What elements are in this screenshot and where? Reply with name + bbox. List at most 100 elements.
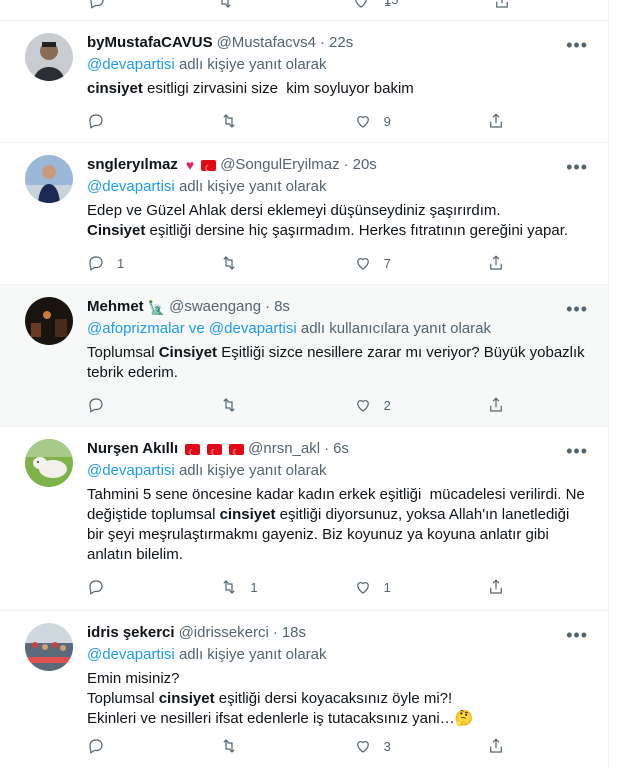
reply-context-text: adlı kişiye yanıt olarak (178, 646, 327, 663)
share-button[interactable] (487, 396, 527, 414)
reply-button[interactable] (87, 396, 127, 414)
timestamp[interactable]: 8s (274, 297, 290, 317)
like-button[interactable]: 2 (354, 396, 394, 414)
user-handle[interactable]: @SongulEryilmaz (220, 155, 339, 175)
more-options-icon[interactable]: ••• (566, 35, 588, 56)
share-icon (490, 255, 502, 270)
tweet-actions: 1 7 (87, 254, 527, 272)
separator-dot: · (320, 34, 326, 51)
reply-button[interactable] (87, 737, 127, 755)
separator-dot: · (272, 624, 278, 641)
like-count: 9 (383, 113, 391, 129)
keyword-bold: cinsiyet (219, 506, 276, 523)
statue-of-liberty-icon: 🗽 (147, 299, 166, 315)
mention-link[interactable]: @devapartisi (87, 646, 175, 663)
timestamp[interactable]: 18s (282, 623, 306, 643)
like-button[interactable]: 9 (354, 112, 394, 130)
tweet-text: Emin misiniz? Toplumsal cinsiyet eşitliğ… (87, 669, 588, 729)
more-options-icon[interactable]: ••• (566, 157, 588, 178)
tweet[interactable]: Nurşen Akıllı @nrsn_akl · 6s @devapartis… (0, 427, 608, 611)
timestamp[interactable]: 6s (333, 439, 349, 459)
tweet-text: Toplumsal Cinsiyet Eşitliği sizce nesill… (87, 343, 588, 383)
timestamp[interactable]: 22s (329, 33, 353, 53)
avatar[interactable] (25, 33, 73, 81)
reply-icon (89, 398, 103, 413)
share-button[interactable] (487, 737, 527, 755)
display-name[interactable]: idris şekerci (87, 623, 175, 643)
reply-button[interactable]: 1 (87, 254, 127, 272)
tweet[interactable]: idris şekerci @idrissekerci · 18s @devap… (0, 611, 608, 768)
timestamp[interactable]: 20s (353, 155, 377, 175)
more-options-icon[interactable]: ••• (566, 441, 588, 462)
tweet-text-body: Toplumsal (87, 344, 159, 361)
reply-icon (89, 256, 103, 271)
separator-dot: · (343, 156, 349, 173)
reply-context-text: adlı kişiye yanıt olarak (178, 178, 327, 195)
share-icon (496, 0, 508, 8)
user-handle[interactable]: @swaengang (169, 297, 261, 317)
like-button[interactable]: 7 (354, 254, 394, 272)
tweet-text-line: Emin misiniz? (87, 670, 180, 687)
share-button[interactable] (493, 0, 511, 10)
mention-link[interactable]: @afoprizmalar ve @devapartisi (87, 320, 297, 337)
tweet-text-body: esitligi zirvasini size kim soyluyor bak… (142, 80, 414, 97)
share-button[interactable] (487, 112, 527, 130)
separator-dot: · (324, 440, 330, 457)
heart-icon (356, 741, 369, 753)
user-handle[interactable]: @Mustafacvs4 (217, 33, 316, 53)
tweet-text-body: Toplumsal (87, 690, 159, 707)
tweet[interactable]: sngleryılmaz ♥ @SongulEryilmaz · 20s @de… (0, 143, 608, 285)
tweet[interactable]: Mehmet 🗽 @swaengang · 8s @afoprizmalar v… (0, 285, 608, 427)
retweet-icon (221, 0, 231, 8)
retweet-button[interactable] (220, 737, 260, 755)
heart-icon (356, 116, 369, 128)
previous-tweet-actions: 1 15 (0, 0, 608, 21)
share-icon (490, 113, 502, 128)
more-options-icon[interactable]: ••• (566, 299, 588, 320)
tweet-actions: 3 (87, 737, 527, 755)
share-icon (490, 579, 502, 594)
more-options-icon[interactable]: ••• (566, 625, 588, 646)
tweet-actions: 1 1 (87, 578, 527, 596)
heart-icon (356, 582, 369, 594)
retweet-button[interactable] (220, 112, 260, 130)
retweet-icon (223, 256, 236, 270)
display-name[interactable]: byMustafaCAVUS (87, 33, 213, 53)
red-heart-icon: ♥ (185, 157, 195, 173)
retweet-icon (223, 114, 236, 128)
reply-context: @afoprizmalar ve @devapartisi adlı kulla… (87, 319, 588, 339)
tweet[interactable]: byMustafaCAVUS @Mustafacvs4 · 22s @devap… (0, 21, 608, 143)
avatar[interactable] (25, 439, 73, 487)
reply-button[interactable] (87, 112, 127, 130)
mention-link[interactable]: @devapartisi (87, 56, 175, 73)
share-button[interactable] (487, 254, 527, 272)
like-count: 7 (383, 255, 391, 271)
share-button[interactable] (487, 578, 527, 596)
display-name[interactable]: sngleryılmaz (87, 155, 178, 175)
display-name[interactable]: Nurşen Akıllı (87, 439, 178, 459)
mention-link[interactable]: @devapartisi (87, 178, 175, 195)
retweet-button[interactable]: 1 (220, 578, 260, 596)
user-handle[interactable]: @nrsn_akl (248, 439, 320, 459)
retweet-button[interactable] (216, 0, 234, 10)
display-name[interactable]: Mehmet (87, 297, 144, 317)
avatar[interactable] (25, 297, 73, 345)
avatar[interactable] (25, 623, 73, 671)
avatar[interactable] (25, 155, 73, 203)
retweet-button[interactable] (220, 254, 260, 272)
keyword-bold: cinsiyet (158, 690, 215, 707)
reply-button[interactable] (88, 0, 106, 10)
heart-icon (355, 0, 367, 8)
reply-context-text: adlı kişiye yanıt olarak (178, 56, 327, 73)
like-button[interactable]: 1 (354, 578, 394, 596)
user-handle[interactable]: @idrissekerci (179, 623, 269, 643)
mention-link[interactable]: @devapartisi (87, 462, 175, 479)
retweet-icon (223, 739, 236, 753)
tweet-text-line: Edep ve Güzel Ahlak dersi eklemeyi düşün… (87, 202, 501, 219)
reply-button[interactable] (87, 578, 127, 596)
retweet-count: 1 (250, 579, 258, 595)
like-button[interactable]: 3 (354, 737, 394, 755)
share-count-spacer: 15 (384, 0, 398, 7)
reply-icon (89, 114, 103, 129)
retweet-button[interactable] (220, 396, 260, 414)
